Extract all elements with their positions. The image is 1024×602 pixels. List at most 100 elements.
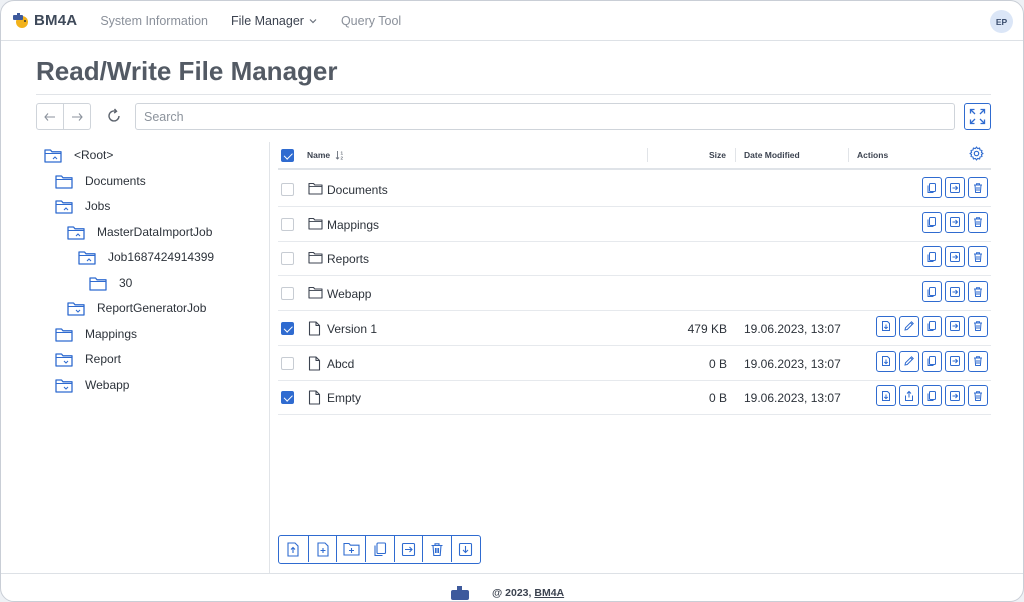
table-row[interactable]: Documents xyxy=(278,172,991,207)
delete-button[interactable] xyxy=(968,211,988,233)
row-checkbox[interactable] xyxy=(281,356,294,370)
edit-button[interactable] xyxy=(899,350,919,372)
delete-icon xyxy=(972,355,984,367)
row-actions xyxy=(876,315,988,337)
arrow-left-icon xyxy=(44,112,55,121)
row-name[interactable]: Version 1 xyxy=(327,322,377,336)
delete-icon xyxy=(972,286,984,298)
row-checkbox[interactable] xyxy=(281,217,294,231)
user-avatar[interactable]: EP xyxy=(990,10,1013,33)
column-divider xyxy=(848,148,849,162)
settings-gear-icon[interactable] xyxy=(969,146,984,161)
new-folder-button[interactable] xyxy=(336,536,365,562)
row-checkbox[interactable] xyxy=(281,183,294,196)
delete-button[interactable] xyxy=(968,281,988,303)
table-row[interactable]: Webapp xyxy=(278,276,991,312)
delete-button[interactable] xyxy=(968,350,988,372)
row-name[interactable]: Abcd xyxy=(327,357,354,371)
file-icon xyxy=(308,355,321,376)
move-button[interactable] xyxy=(945,315,965,337)
copy-button[interactable] xyxy=(922,246,942,268)
delete-button[interactable] xyxy=(968,246,988,268)
size-column-header[interactable]: Size xyxy=(709,150,726,160)
share-button[interactable] xyxy=(899,385,919,407)
copy-button[interactable] xyxy=(365,536,394,562)
copy-button[interactable] xyxy=(922,281,942,303)
download-button[interactable] xyxy=(876,350,896,372)
row-checkbox[interactable] xyxy=(281,252,294,266)
download-icon xyxy=(880,390,892,402)
date-column-header[interactable]: Date Modified xyxy=(744,150,800,160)
tree-item[interactable]: Documents xyxy=(55,171,146,191)
edit-button[interactable] xyxy=(899,315,919,337)
fullscreen-button[interactable] xyxy=(964,103,991,130)
table-row[interactable]: Reports xyxy=(278,241,991,277)
svg-text:2: 2 xyxy=(340,156,343,161)
delete-button[interactable] xyxy=(968,385,988,407)
edit-icon xyxy=(903,320,915,332)
move-button[interactable] xyxy=(945,350,965,372)
move-button[interactable] xyxy=(945,385,965,407)
copy-button[interactable] xyxy=(922,350,942,372)
copy-icon xyxy=(926,216,938,228)
download-button[interactable] xyxy=(451,536,480,562)
move-button[interactable] xyxy=(945,211,965,233)
copy-button[interactable] xyxy=(922,211,942,233)
row-name[interactable]: Webapp xyxy=(327,287,371,301)
select-all-checkbox[interactable] xyxy=(281,149,294,162)
row-name[interactable]: Reports xyxy=(327,252,369,266)
row-date-modified: 19.06.2023, 13:07 xyxy=(744,321,841,336)
nav-file-manager[interactable]: File Manager xyxy=(231,14,318,28)
delete-button[interactable] xyxy=(968,177,988,198)
row-date-modified: 19.06.2023, 13:07 xyxy=(744,356,841,371)
table-row[interactable]: Version 1 479 KB 19.06.2023, 13:07 xyxy=(278,311,991,346)
move-button[interactable] xyxy=(945,177,965,198)
tree-item[interactable]: Report xyxy=(55,349,121,369)
row-actions xyxy=(922,211,988,233)
row-checkbox[interactable] xyxy=(281,391,294,405)
upload-button[interactable] xyxy=(279,536,308,562)
share-icon xyxy=(903,390,915,402)
back-button[interactable] xyxy=(37,104,63,129)
tree-item-label: <Root> xyxy=(74,148,114,162)
table-row[interactable]: Empty 0 B 19.06.2023, 13:07 xyxy=(278,380,991,416)
new-file-button[interactable] xyxy=(307,536,337,562)
tree-item[interactable]: Job1687424914399 xyxy=(78,247,214,267)
refresh-button[interactable] xyxy=(104,105,124,127)
tree-item[interactable]: Mappings xyxy=(55,324,137,344)
footer-brand-link[interactable]: BM4A xyxy=(534,587,564,599)
search-input[interactable] xyxy=(135,103,955,130)
brand[interactable]: BM4A xyxy=(11,12,77,30)
nav-system-information[interactable]: System Information xyxy=(100,14,208,28)
table-row[interactable]: Abcd 0 B 19.06.2023, 13:07 xyxy=(278,346,991,381)
move-button[interactable] xyxy=(945,246,965,268)
download-button[interactable] xyxy=(876,385,896,407)
delete-button[interactable] xyxy=(968,315,988,337)
app-window: BM4A System Information File Manager Que… xyxy=(0,0,1024,602)
tree-item[interactable]: 30 xyxy=(89,273,132,293)
move-icon xyxy=(949,320,961,332)
row-name[interactable]: Documents xyxy=(327,183,388,197)
tree-item[interactable]: Webapp xyxy=(55,375,129,395)
row-checkbox[interactable] xyxy=(281,321,294,335)
table-row[interactable]: Mappings xyxy=(278,207,991,242)
row-checkbox[interactable] xyxy=(281,287,294,301)
tree-item[interactable]: Jobs xyxy=(55,196,110,216)
tree-item[interactable]: MasterDataImportJob xyxy=(67,222,212,242)
move-button[interactable] xyxy=(393,536,423,562)
row-name[interactable]: Empty xyxy=(327,391,361,405)
forward-button[interactable] xyxy=(63,104,90,129)
row-name[interactable]: Mappings xyxy=(327,218,379,232)
tree-item-label: ReportGeneratorJob xyxy=(97,301,207,315)
tree-item[interactable]: <Root> xyxy=(44,145,113,165)
name-column-header[interactable]: Name 12 xyxy=(307,150,346,161)
copy-icon xyxy=(926,390,938,402)
copy-button[interactable] xyxy=(922,385,942,407)
move-button[interactable] xyxy=(945,281,965,303)
nav-query-tool[interactable]: Query Tool xyxy=(341,14,401,28)
delete-button[interactable] xyxy=(422,536,451,562)
copy-button[interactable] xyxy=(922,177,942,198)
download-button[interactable] xyxy=(876,315,896,337)
tree-item[interactable]: ReportGeneratorJob xyxy=(67,298,206,318)
copy-button[interactable] xyxy=(922,315,942,337)
